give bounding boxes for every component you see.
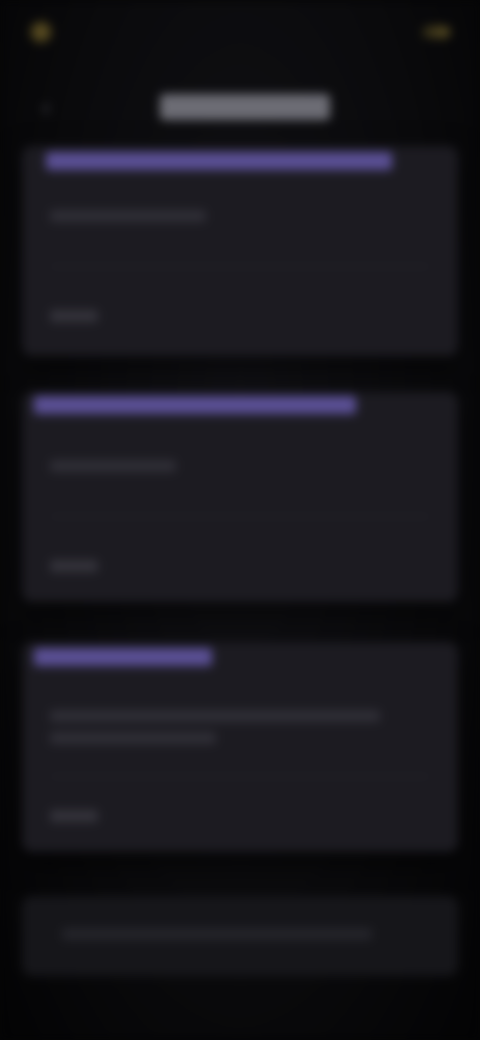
card-divider bbox=[50, 266, 430, 267]
card-divider bbox=[50, 516, 430, 517]
chevron-left-icon: ‹ bbox=[42, 96, 50, 119]
card-subtitle bbox=[50, 210, 206, 222]
card-divider bbox=[50, 776, 430, 777]
header-action-button[interactable] bbox=[422, 26, 450, 38]
brand[interactable] bbox=[30, 21, 62, 43]
card-meta bbox=[50, 310, 98, 322]
card-meta bbox=[50, 560, 98, 572]
card-heading[interactable] bbox=[34, 648, 212, 666]
item-card-3[interactable] bbox=[22, 642, 458, 852]
bottom-input-panel[interactable] bbox=[22, 896, 458, 976]
brand-logo-icon bbox=[30, 21, 52, 43]
back-button[interactable]: ‹ bbox=[30, 94, 62, 122]
card-meta bbox=[50, 810, 98, 822]
card-heading[interactable] bbox=[46, 152, 392, 170]
item-card-1[interactable] bbox=[22, 146, 458, 356]
top-bar bbox=[0, 0, 480, 64]
app-viewport: ‹ bbox=[0, 0, 480, 1040]
card-subtitle-line-2 bbox=[50, 732, 216, 744]
title-row: ‹ bbox=[0, 84, 480, 132]
page-title bbox=[160, 94, 330, 120]
item-card-2[interactable] bbox=[22, 392, 458, 602]
bottom-input-placeholder bbox=[62, 928, 372, 940]
card-subtitle bbox=[50, 710, 380, 722]
card-heading[interactable] bbox=[34, 396, 356, 414]
card-subtitle bbox=[50, 460, 176, 472]
